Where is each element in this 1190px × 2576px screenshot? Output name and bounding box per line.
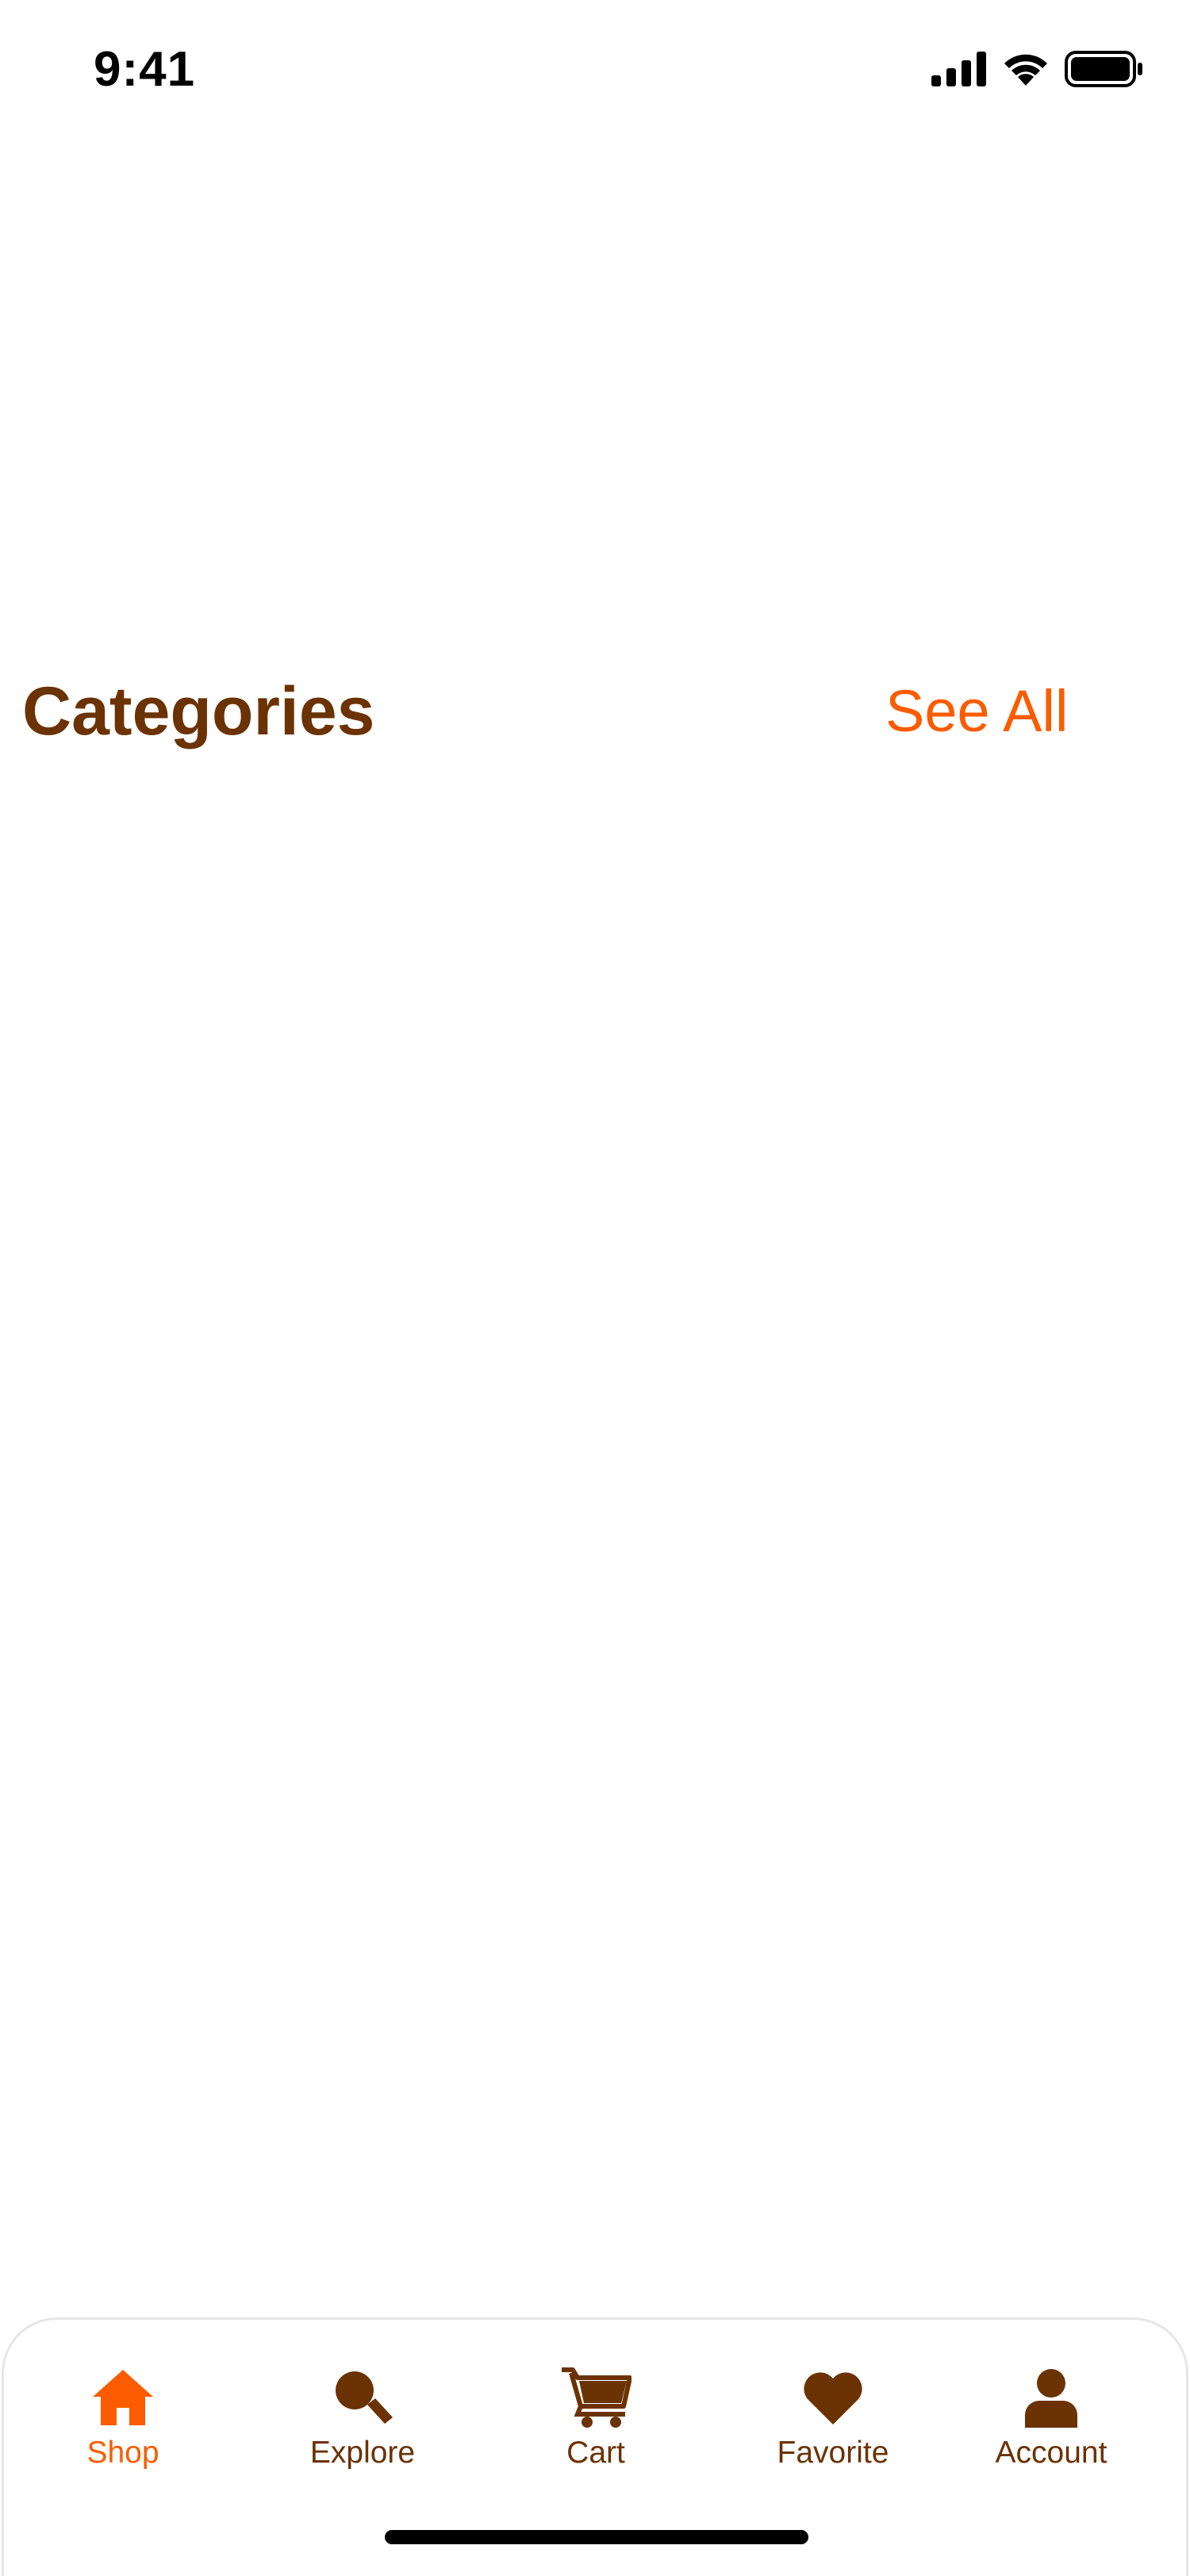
- tab-label-cart: Cart: [566, 2436, 625, 2470]
- tab-account[interactable]: Account: [964, 2366, 1138, 2493]
- home-indicator: [385, 2530, 808, 2544]
- tab-label-explore: Explore: [309, 2436, 416, 2470]
- status-time: 9:41: [94, 42, 196, 97]
- battery-icon: [1065, 51, 1144, 87]
- categories-header: Categories See All: [0, 666, 1190, 761]
- search-icon: [327, 2366, 398, 2429]
- cart-icon: [560, 2366, 631, 2429]
- wifi-icon: [1001, 51, 1050, 87]
- tab-label-favorite: Favorite: [777, 2436, 889, 2470]
- heart-icon: [797, 2366, 869, 2429]
- tab-label-shop: Shop: [86, 2436, 159, 2470]
- home-icon: [87, 2366, 159, 2429]
- tab-label-account: Account: [995, 2436, 1107, 2470]
- see-all-link[interactable]: See All: [885, 677, 1068, 745]
- tab-cart[interactable]: Cart: [509, 2366, 683, 2493]
- user-icon: [1015, 2366, 1087, 2429]
- tab-shop[interactable]: Shop: [36, 2366, 210, 2493]
- section-title: Categories: [22, 673, 375, 749]
- cellular-signal-icon: [931, 52, 987, 86]
- tab-favorite[interactable]: Favorite: [746, 2366, 920, 2493]
- tab-explore[interactable]: Explore: [275, 2366, 450, 2493]
- status-bar: 9:41: [0, 0, 1190, 143]
- status-icons: [931, 51, 1144, 87]
